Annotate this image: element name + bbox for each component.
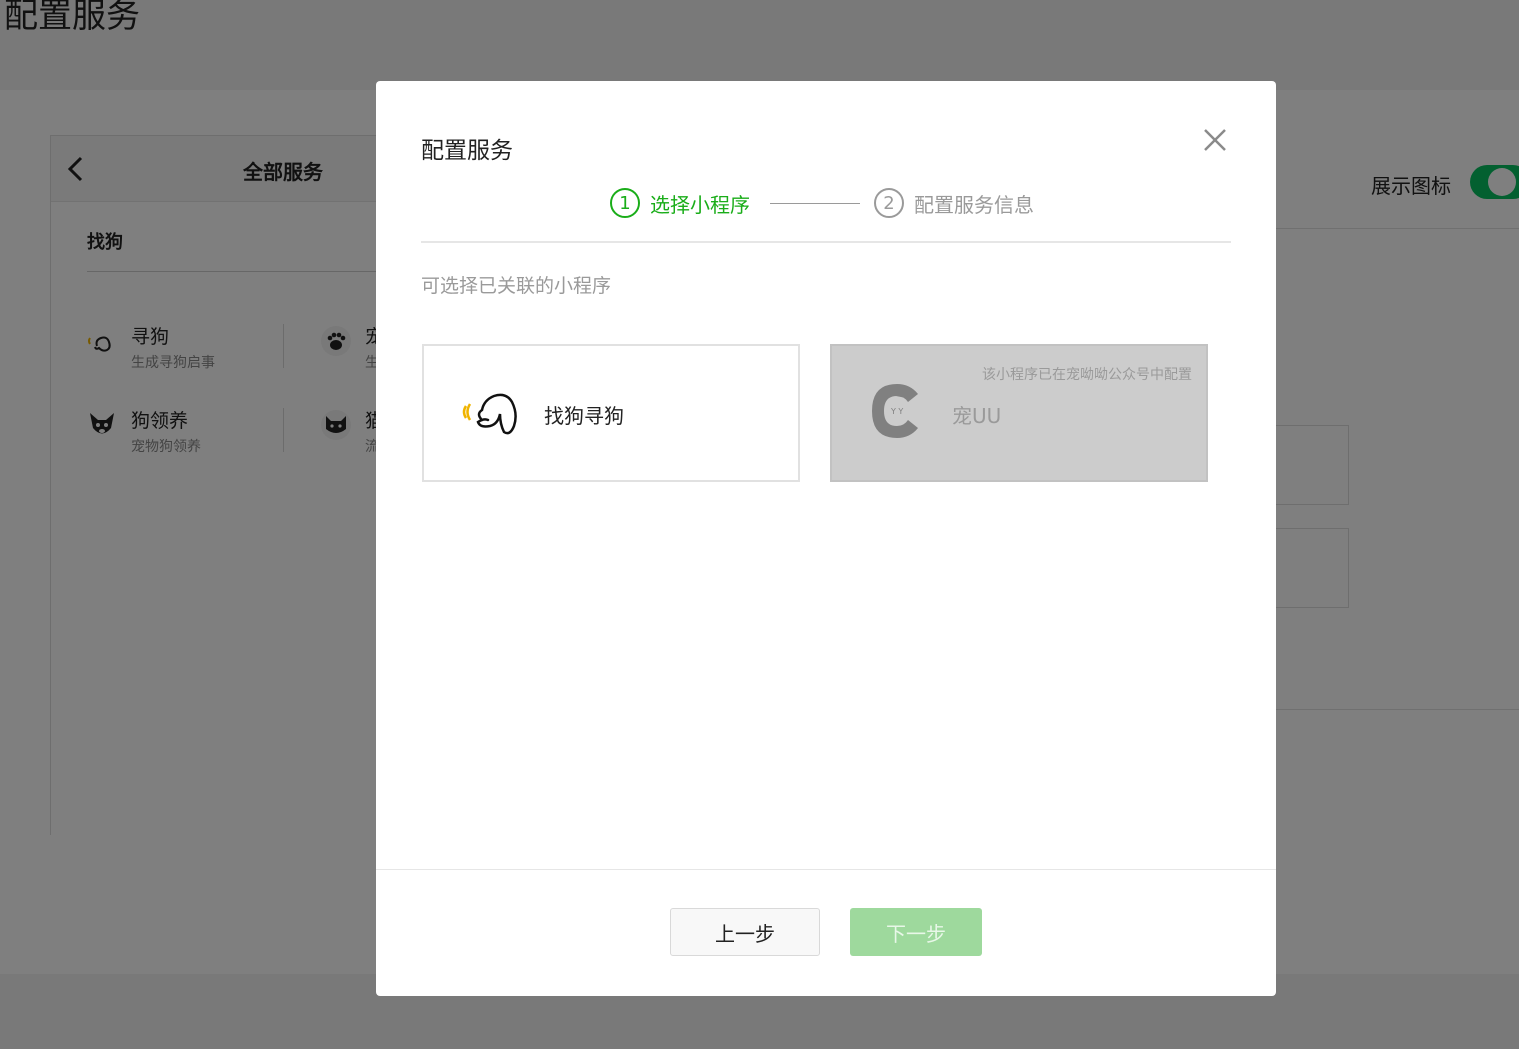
svg-text:Y Y: Y Y [890, 407, 903, 416]
card-name: 宠UU [952, 404, 1002, 428]
step-number: 1 [610, 188, 640, 218]
step-2: 2 配置服务信息 [874, 187, 1034, 219]
step-indicator: 1 选择小程序 2 配置服务信息 [610, 187, 1050, 221]
step-number: 2 [874, 188, 904, 218]
dog-search-icon [462, 393, 517, 435]
prev-button[interactable]: 上一步 [670, 908, 820, 956]
mini-program-card[interactable]: 找狗寻狗 [422, 344, 800, 482]
step-1: 1 选择小程序 [610, 187, 750, 219]
step-connector [770, 203, 860, 204]
step-label: 选择小程序 [650, 192, 750, 217]
close-icon[interactable] [1202, 127, 1228, 153]
divider [376, 869, 1276, 870]
hint-text: 可选择已关联的小程序 [421, 275, 612, 297]
step-label: 配置服务信息 [914, 192, 1034, 217]
dialog-title: 配置服务 [421, 138, 513, 164]
divider [421, 241, 1231, 243]
card-name: 找狗寻狗 [544, 404, 624, 428]
next-button[interactable]: 下一步 [850, 908, 982, 956]
cat-logo-icon: Y Y [872, 384, 918, 438]
config-service-dialog: 配置服务 1 选择小程序 2 配置服务信息 可选择已关联的小程序 找狗寻狗 Y … [376, 81, 1276, 996]
card-note: 该小程序已在宠呦呦公众号中配置 [982, 367, 1192, 383]
mini-program-card-disabled: Y Y 宠UU 该小程序已在宠呦呦公众号中配置 [830, 344, 1208, 482]
